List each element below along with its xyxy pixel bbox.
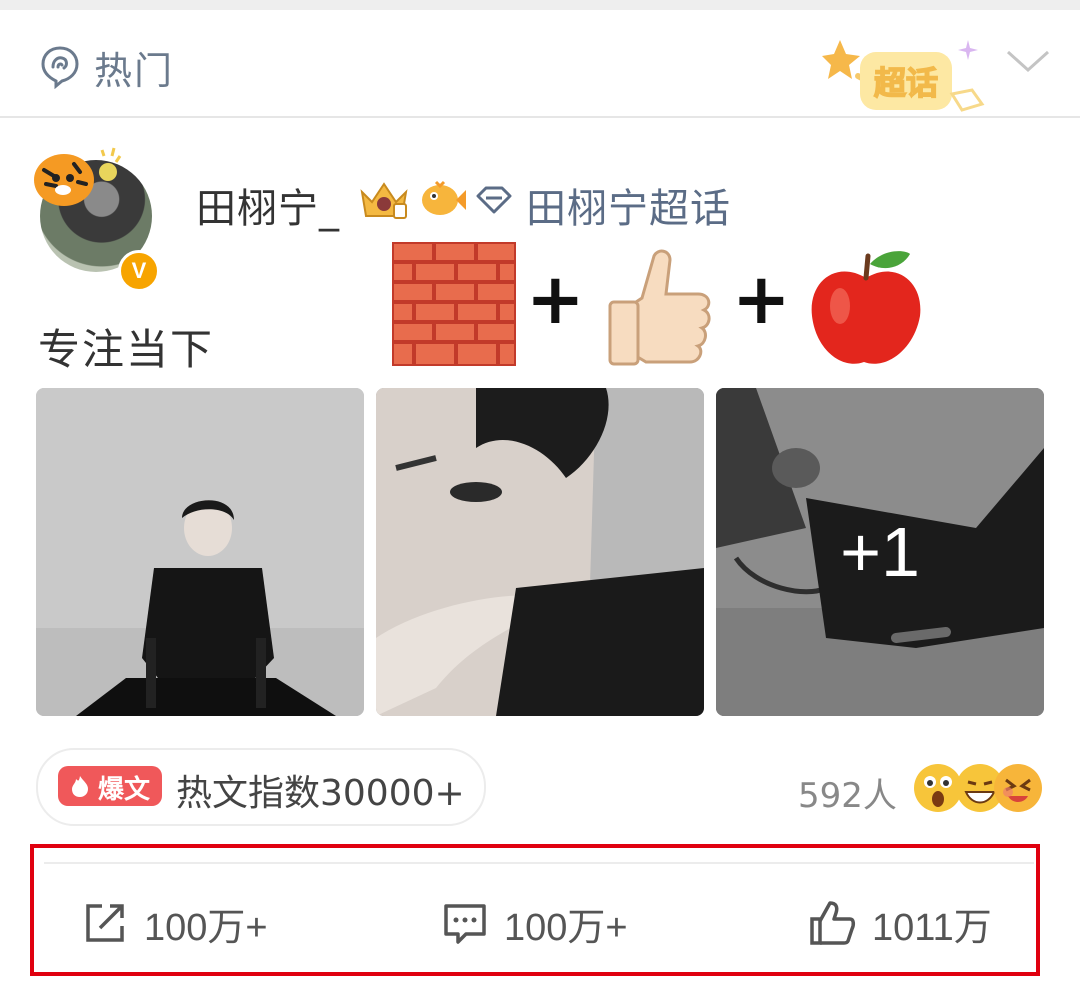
post-image-3[interactable]: +1 <box>716 388 1044 716</box>
diamond-icon <box>476 186 512 214</box>
reaction-emojis[interactable] <box>912 762 1044 814</box>
like-count: 1011万 <box>872 906 992 949</box>
thumbs-up-emoji <box>608 249 711 366</box>
repost-button[interactable]: 100万+ <box>82 898 268 949</box>
super-topic-link[interactable]: 田栩宁超话 <box>526 176 731 234</box>
comment-button[interactable]: 100万+ <box>442 898 628 949</box>
avatar[interactable]: V <box>30 142 160 292</box>
like-button[interactable]: 1011万 <box>808 898 992 949</box>
reaction-count[interactable]: 592人 <box>798 768 897 817</box>
repost-count: 100万+ <box>144 906 268 949</box>
thumbs-up-icon <box>810 901 856 945</box>
super-topic-badge[interactable]: 超话 <box>822 36 992 120</box>
brick-emoji <box>392 242 516 366</box>
post-image-1[interactable] <box>36 388 364 716</box>
hot-tag-label: 爆文 <box>98 775 151 805</box>
username[interactable]: 田栩宁_ <box>196 176 340 234</box>
more-images-count: +1 <box>840 513 920 591</box>
badge-text: 超话 <box>874 64 938 102</box>
post-image-2[interactable] <box>376 388 704 716</box>
action-bar-highlight: 100万+ 100万+ 1011万 <box>30 844 1040 976</box>
hot-section-header: 热门 超话 <box>0 10 1080 118</box>
hot-location-icon <box>41 46 79 89</box>
red-apple-emoji <box>811 251 921 364</box>
plus-sign: + <box>526 258 585 340</box>
hot-index-pill[interactable]: 爆文 热文指数30000+ <box>36 748 486 826</box>
image-figure <box>376 388 704 716</box>
fish-icon <box>422 180 466 215</box>
super-topic-icon: 超话 <box>822 40 985 112</box>
chevron-down-icon[interactable] <box>1004 44 1052 78</box>
hot-index-text: 热文指数30000+ <box>176 773 465 814</box>
hot-article-tag: 爆文 <box>58 766 162 806</box>
comment-icon <box>444 904 486 944</box>
verified-badge: V <box>118 250 160 292</box>
post-text: 专注当下 <box>38 325 215 374</box>
flame-icon <box>72 776 88 797</box>
tiger-avatar-pendant <box>34 147 122 206</box>
weibo-post-card: 热门 超话 V 田栩宁_ 田栩宁超话 专注当下 + + +1 爆文 热文指数30… <box>0 10 1080 985</box>
crown-icon <box>360 182 408 219</box>
image-figure <box>36 388 364 716</box>
repost-icon <box>86 904 124 942</box>
emoji-row: + + <box>390 238 930 378</box>
grinning-squint-face-icon <box>994 764 1042 812</box>
top-separator <box>0 0 1080 10</box>
comment-count: 100万+ <box>504 906 628 949</box>
divider <box>44 862 1034 864</box>
surprised-face-icon <box>914 764 962 812</box>
plus-sign: + <box>732 258 791 340</box>
section-title: 热门 <box>94 49 175 93</box>
